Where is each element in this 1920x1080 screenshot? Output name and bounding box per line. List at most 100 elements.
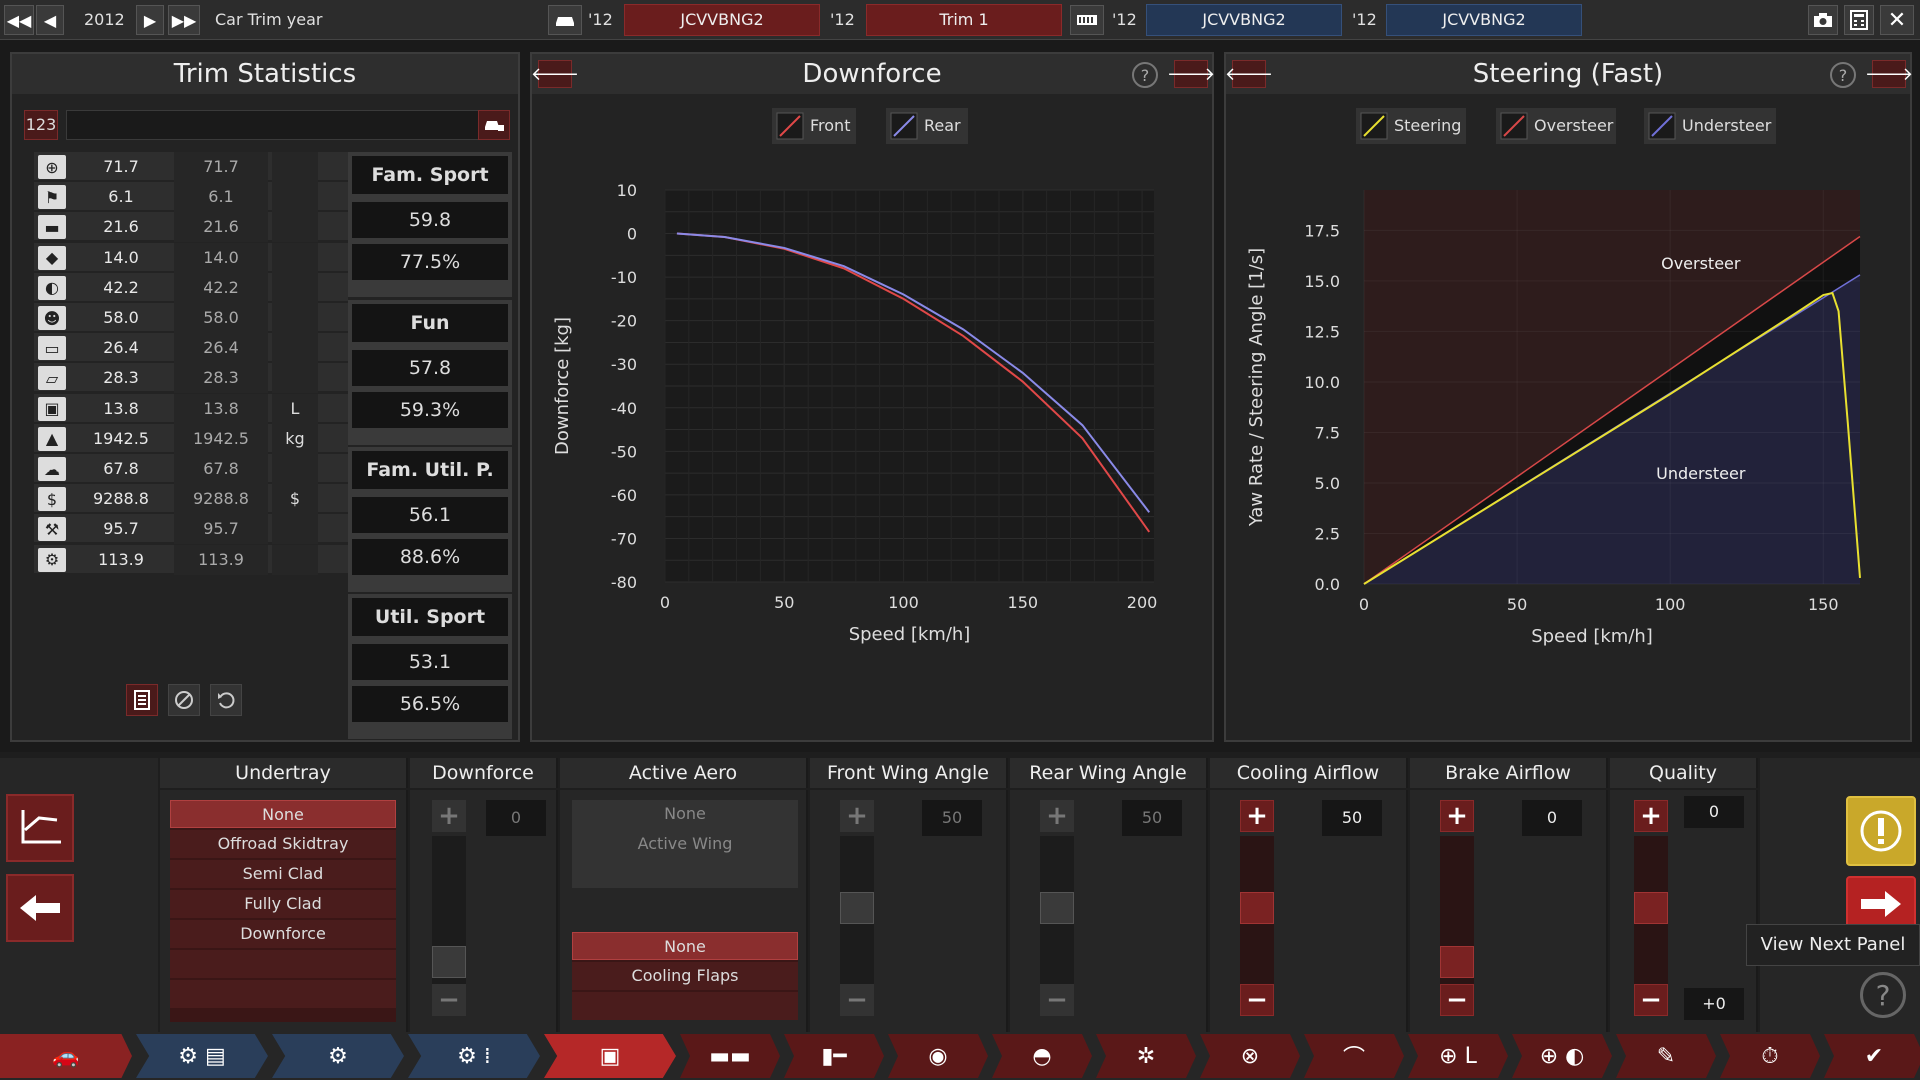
back-button[interactable] <box>6 874 74 942</box>
car-selector[interactable]: JCVVBNG2 <box>624 4 820 36</box>
nav-tyres-tab[interactable]: ⊗ <box>1200 1034 1300 1078</box>
clear-button[interactable] <box>168 684 200 716</box>
brake-increase-button[interactable]: + <box>1440 800 1474 832</box>
front-wing-decrease-button: − <box>840 984 874 1016</box>
quality-value: 0 <box>1684 796 1744 828</box>
stat-row: ▲ 1942.5 1942.5 kg <box>34 423 348 454</box>
cooling-slider-handle[interactable] <box>1240 892 1274 924</box>
legend-front[interactable]: Front <box>772 108 856 144</box>
quality-increase-button[interactable]: + <box>1634 800 1668 832</box>
undertray-option[interactable]: Offroad Skidtray <box>170 830 396 858</box>
legend-rear[interactable]: Rear <box>886 108 968 144</box>
stat-value: 67.8 <box>103 459 139 478</box>
legend-oversteer[interactable]: Oversteer <box>1496 108 1616 144</box>
cooling-value: 50 <box>1322 800 1382 836</box>
aerodynamics-icon: ⌒ <box>1342 1046 1365 1071</box>
screenshot-button[interactable] <box>1808 5 1838 35</box>
nav-fixtures-tab[interactable]: ▮━ <box>784 1034 884 1078</box>
warning-icon <box>1860 810 1902 852</box>
cooling-flaps-option[interactable]: Cooling Flaps <box>572 962 798 990</box>
stat-value: 95.7 <box>103 519 139 539</box>
undertray-option-selected[interactable]: None <box>170 800 396 828</box>
nav-finish-tab[interactable]: ✔ <box>1824 1034 1920 1078</box>
nav-brakes-tab[interactable]: ◓ <box>992 1034 1092 1078</box>
y-tick-label: 0.0 <box>1315 575 1340 594</box>
cooling-increase-button[interactable]: + <box>1240 800 1274 832</box>
brake-decrease-button[interactable]: − <box>1440 984 1474 1016</box>
x-tick-label: 150 <box>1008 593 1039 612</box>
first-year-button[interactable]: ◀◀ <box>4 5 34 35</box>
stat-row: $9288.8 9288.8 $ <box>34 484 348 515</box>
legend-swatch-oversteer <box>1500 112 1528 140</box>
stat-row: ▬ 21.6 21.6 <box>34 212 348 243</box>
car-model-button[interactable] <box>548 5 582 35</box>
warning-button[interactable] <box>1846 796 1916 866</box>
stat-unit <box>272 333 318 364</box>
seat-icon: ▬ <box>38 215 66 240</box>
undertray-option[interactable]: Fully Clad <box>170 890 396 918</box>
quality-slider-handle[interactable] <box>1634 892 1668 924</box>
stat-row: ◆ 14.0 14.0 <box>34 242 348 273</box>
next-panel-button[interactable]: 🡒 <box>1167 60 1215 88</box>
nav-chassis-tab[interactable]: ⚙ ▤ <box>136 1034 268 1078</box>
arrow-right-icon: 🡒 <box>1166 63 1216 85</box>
next-panel-button[interactable]: 🡒 <box>1865 60 1913 88</box>
active-aero-column: None Active Wing None Cooling Flaps <box>560 790 808 1034</box>
undertray-option[interactable]: Downforce <box>170 920 396 948</box>
prev-year-button[interactable]: ◀ <box>36 5 64 35</box>
x-axis-label: Speed [km/h] <box>849 624 971 645</box>
undo-button[interactable] <box>210 684 242 716</box>
prev-icon: ◀ <box>43 10 57 30</box>
nav-drivetrain-tab[interactable]: ⚙ ⁞ <box>408 1034 540 1078</box>
number-badge: 123 <box>24 110 58 140</box>
engine-selector[interactable]: JCVVBNG2 <box>1146 4 1342 36</box>
nav-interior-tab[interactable]: ▬▬ <box>680 1034 780 1078</box>
y-tick-label: 5.0 <box>1315 474 1340 493</box>
nav-tuning-tab[interactable]: ✎ <box>1616 1034 1716 1078</box>
cooling-flaps-option-selected[interactable]: None <box>572 932 798 960</box>
nav-lights-tab[interactable]: ◉ <box>888 1034 988 1078</box>
trim-name-input[interactable] <box>66 110 480 140</box>
legend-label-rear: Rear <box>924 116 961 135</box>
nav-body-tab[interactable]: 🚗 <box>0 1034 132 1078</box>
brake-value: 0 <box>1522 800 1582 836</box>
nav-wheels-tab[interactable]: ✲ <box>1096 1034 1196 1078</box>
trim-selector[interactable]: Trim 1 <box>866 4 1062 36</box>
nav-safety-tab[interactable]: ⊕ ◐ <box>1512 1034 1612 1078</box>
nav-interior-seats-tab[interactable]: ⊕ L <box>1408 1034 1508 1078</box>
checkered-flag-icon: ⚑ <box>38 185 66 210</box>
stat-value: 113.9 <box>98 549 144 569</box>
last-year-button[interactable]: ▶▶ <box>168 5 200 35</box>
stat-unit <box>272 514 318 545</box>
help-button[interactable]: ? <box>1860 972 1906 1018</box>
calculator-button[interactable] <box>1844 5 1874 35</box>
cooling-flaps-list: None Cooling Flaps <box>572 932 798 1020</box>
nav-suspension-tab[interactable]: ⚙ <box>272 1034 404 1078</box>
legend-label-steering: Steering <box>1394 116 1462 135</box>
quality-decrease-button[interactable]: − <box>1634 984 1668 1016</box>
close-icon: ✕ <box>1887 7 1907 33</box>
cooling-decrease-button[interactable]: − <box>1240 984 1274 1016</box>
rear-wing-slider-handle <box>1040 892 1074 924</box>
legend-understeer[interactable]: Understeer <box>1644 108 1776 144</box>
legend-steering[interactable]: Steering <box>1356 108 1466 144</box>
active-wing-option: None <box>664 804 706 823</box>
help-button[interactable]: ? <box>1830 62 1856 88</box>
engine-button[interactable] <box>1070 5 1104 35</box>
help-button[interactable]: ? <box>1132 62 1158 88</box>
nav-testing-tab[interactable]: ⏱ <box>1720 1034 1820 1078</box>
nav-aero-tab[interactable]: ▣ <box>544 1034 676 1078</box>
variant-selector[interactable]: JCVVBNG2 <box>1386 4 1582 36</box>
report-button[interactable] <box>126 684 158 716</box>
undertray-option[interactable]: Semi Clad <box>170 860 396 888</box>
brake-slider-handle[interactable] <box>1440 946 1474 978</box>
nav-aerodynamics-tab[interactable]: ⌒ <box>1304 1034 1404 1078</box>
close-button[interactable]: ✕ <box>1880 5 1914 35</box>
save-trim-button[interactable] <box>478 110 510 140</box>
y-tick-label: 12.5 <box>1304 322 1340 341</box>
safety-icon: ⊕ ◐ <box>1539 1043 1585 1069</box>
chart-toggle-button[interactable] <box>6 794 74 862</box>
next-year-button[interactable]: ▶ <box>136 5 164 35</box>
cooling-airflow-column: + 50 − <box>1210 790 1408 1034</box>
car-icon <box>556 17 574 26</box>
